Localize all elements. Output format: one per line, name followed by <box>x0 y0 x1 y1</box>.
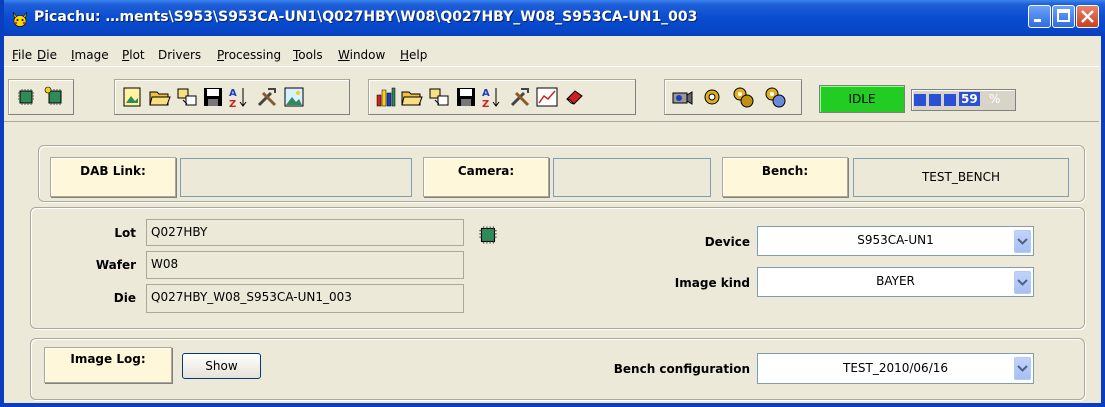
open-folder-icon[interactable] <box>148 85 172 109</box>
tools-icon[interactable] <box>508 85 532 109</box>
minimize-button[interactable] <box>1028 5 1051 28</box>
menu-plot[interactable]: Plot <box>122 48 145 62</box>
maximize-button[interactable] <box>1052 5 1075 28</box>
menu-bar: File Die Image Plot Drivers Processing T… <box>8 44 1103 66</box>
progress-value: 59 <box>959 92 980 106</box>
show-button[interactable]: Show <box>182 353 261 379</box>
chip-load-icon[interactable] <box>43 85 67 109</box>
sort-icon[interactable]: AZ <box>227 85 251 109</box>
camera-icon[interactable] <box>670 85 694 109</box>
image-kind-value: BAYER <box>876 274 915 288</box>
menu-drivers[interactable]: Drivers <box>158 48 201 62</box>
chevron-down-icon[interactable] <box>1014 357 1031 380</box>
device-select[interactable]: S953CA-UN1 <box>757 226 1034 256</box>
progress-unit: % <box>989 92 1001 106</box>
device-value: S953CA-UN1 <box>857 233 934 247</box>
close-button[interactable] <box>1076 5 1099 28</box>
sort-icon[interactable]: AZ <box>480 85 504 109</box>
window-title: Picachu: …ments\S953\S953CA-UN1\Q027HBY\… <box>34 9 698 25</box>
bench-configuration-select[interactable]: TEST_2010/06/16 <box>757 353 1034 384</box>
image-log-label: Image Log: <box>44 347 172 383</box>
bench-value: TEST_BENCH <box>853 158 1069 197</box>
dab-link-value <box>180 158 412 197</box>
chevron-down-icon[interactable] <box>1014 230 1031 253</box>
pikachu-icon <box>12 11 28 27</box>
bench-configuration-label: Bench configuration <box>613 362 750 376</box>
svg-text:Z: Z <box>482 99 489 109</box>
menu-window[interactable]: Window <box>338 48 385 62</box>
chip-icon[interactable] <box>474 222 502 248</box>
menu-tools[interactable]: Tools <box>293 48 323 62</box>
bench-configuration-value: TEST_2010/06/16 <box>842 361 949 375</box>
dab-link-label: DAB Link: <box>50 157 176 197</box>
save-icon[interactable] <box>201 85 225 109</box>
menu-file[interactable]: File <box>12 48 32 62</box>
line-chart-icon[interactable] <box>535 85 559 109</box>
svg-text:A: A <box>229 88 237 99</box>
chevron-down-icon[interactable] <box>1014 271 1031 294</box>
menu-help[interactable]: Help <box>400 48 427 62</box>
close-icon <box>1081 10 1094 23</box>
toolbar-group-plot: AZ <box>368 79 636 115</box>
maximize-icon <box>1057 9 1070 22</box>
gear-icon[interactable] <box>700 85 724 109</box>
tools-icon[interactable] <box>255 85 279 109</box>
camera-value <box>553 158 711 197</box>
device-label: Device <box>704 235 750 249</box>
die-label: Die <box>113 291 136 305</box>
minimize-icon <box>1034 19 1041 22</box>
toolbar-group-die <box>8 79 74 115</box>
gears-icon[interactable] <box>731 85 755 109</box>
toolbar-group-drivers <box>664 79 802 115</box>
menu-image[interactable]: Image <box>71 48 109 62</box>
wafer-label: Wafer <box>95 258 136 272</box>
open-folder-icon[interactable] <box>400 85 424 109</box>
plot-icon[interactable] <box>374 85 398 109</box>
camera-label: Camera: <box>423 157 549 197</box>
image-view-icon[interactable] <box>282 85 306 109</box>
lot-field[interactable]: Q027HBY <box>146 219 464 246</box>
eraser-icon[interactable] <box>563 85 587 109</box>
svg-text:Z: Z <box>229 99 236 109</box>
progress-bar: 59 % <box>911 89 1016 111</box>
export-icon[interactable] <box>175 85 199 109</box>
menu-die[interactable]: Die <box>37 48 57 62</box>
image-kind-select[interactable]: BAYER <box>757 267 1034 297</box>
toolbar-group-image: AZ <box>114 79 350 115</box>
die-field[interactable]: Q027HBY_W08_S953CA-UN1_003 <box>146 284 464 313</box>
status-indicator: IDLE <box>819 85 905 113</box>
wafer-field[interactable]: W08 <box>146 251 464 279</box>
menu-processing[interactable]: Processing <box>217 48 281 62</box>
bench-label: Bench: <box>722 157 848 197</box>
gears-blue-icon[interactable] <box>763 85 787 109</box>
title-bar[interactable]: Picachu: …ments\S953\S953CA-UN1\Q027HBY\… <box>4 0 1105 36</box>
image-kind-label: Image kind <box>674 276 750 290</box>
new-image-icon[interactable] <box>120 85 144 109</box>
lot-label: Lot <box>114 226 136 240</box>
export-icon[interactable] <box>427 85 451 109</box>
chip-icon[interactable] <box>14 85 38 109</box>
save-icon[interactable] <box>454 85 478 109</box>
svg-text:A: A <box>482 88 490 99</box>
